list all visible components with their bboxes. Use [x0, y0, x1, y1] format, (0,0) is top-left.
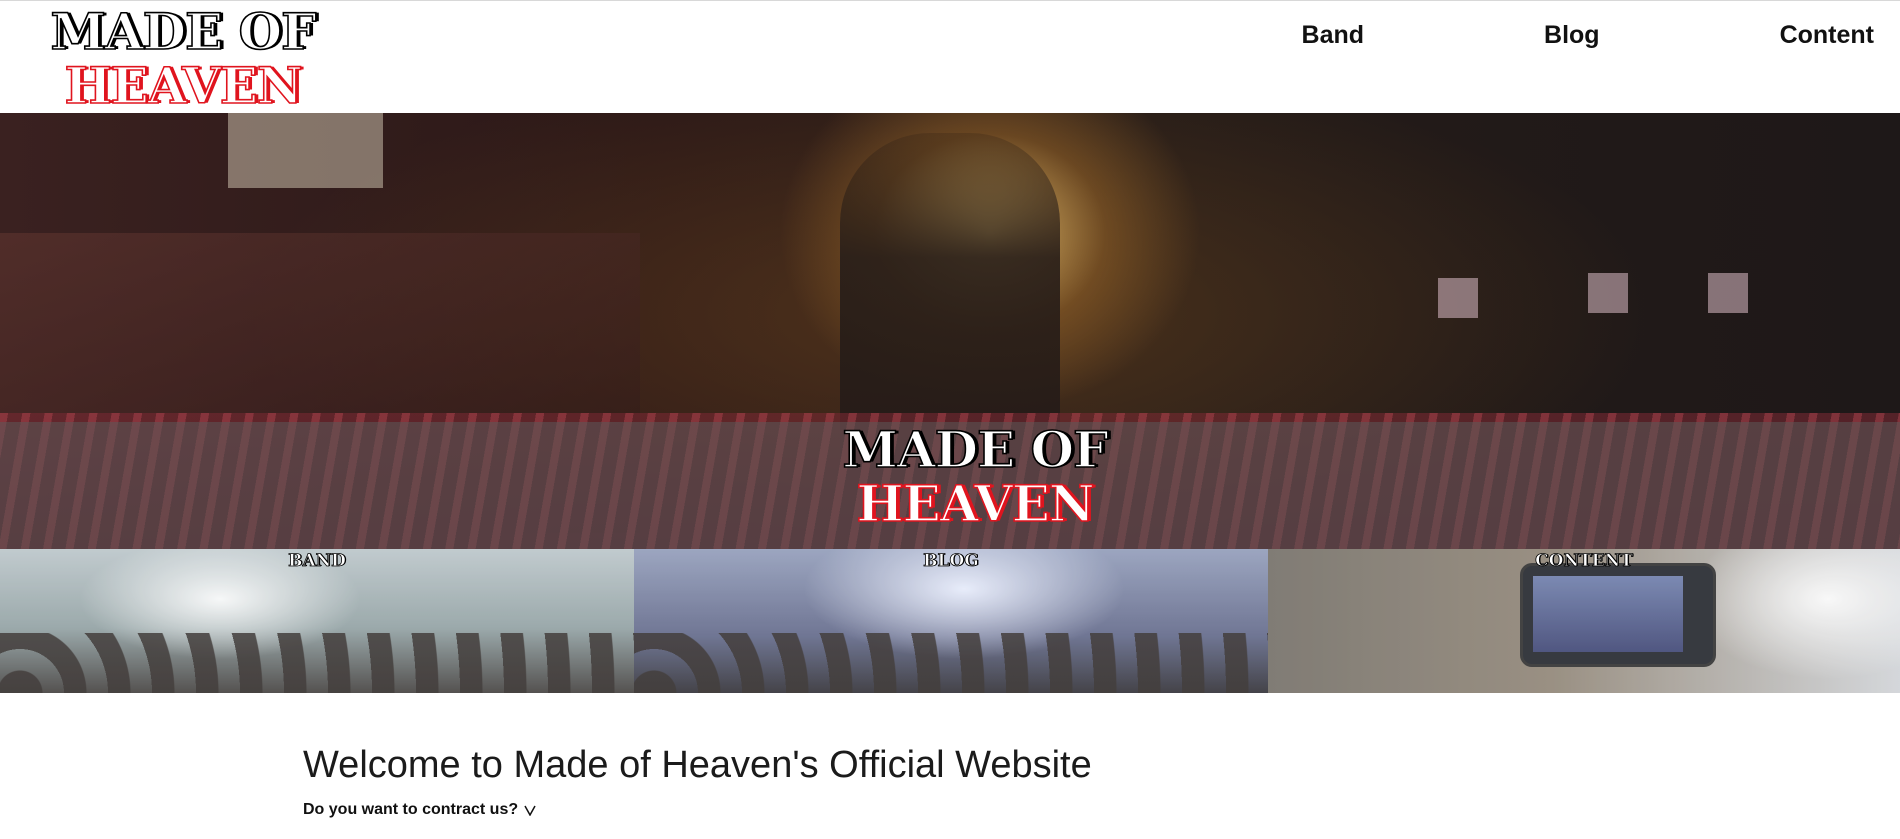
hero-background-window: [1438, 278, 1478, 318]
nav-link-content[interactable]: Content: [1780, 21, 1874, 50]
welcome-section: Welcome to Made of Heaven's Official Web…: [303, 744, 1092, 819]
hero-background-window: [1588, 273, 1628, 313]
tile-band[interactable]: BAND: [0, 549, 634, 693]
site-logo[interactable]: MADE OF HEAVEN: [48, 2, 318, 115]
logo-line-heaven: HEAVEN: [64, 56, 304, 115]
tile-content[interactable]: CONTENT: [1268, 549, 1900, 693]
tile-label-band: BAND: [288, 551, 347, 572]
contract-prompt: Do you want to contract us?: [303, 801, 519, 818]
tile-label-content: CONTENT: [1535, 551, 1633, 572]
logo-line-made-of: MADE OF: [50, 2, 318, 61]
section-tiles: BAND BLOG CONTENT: [0, 549, 1900, 693]
hero-banner: MADE OF HEAVEN: [0, 113, 1900, 549]
hero-logo-line-made-of: MADE OF: [842, 420, 1110, 479]
hero-logo: MADE OF HEAVEN: [835, 420, 1115, 533]
tile-blog[interactable]: BLOG: [634, 549, 1268, 693]
site-header: MADE OF HEAVEN Band Blog Content: [0, 1, 1900, 113]
hero-background-window: [1708, 273, 1748, 313]
welcome-title: Welcome to Made of Heaven's Official Web…: [303, 744, 1092, 786]
contract-toggle[interactable]: Do you want to contract us?: [303, 801, 1092, 819]
hero-background-window: [228, 113, 383, 188]
chevron-down-icon: [524, 805, 536, 816]
tile-label-blog: BLOG: [923, 551, 979, 572]
hero-logo-line-heaven: HEAVEN: [856, 474, 1096, 533]
nav-link-blog[interactable]: Blog: [1544, 21, 1600, 50]
main-nav: Band Blog Content: [1122, 21, 1874, 50]
nav-link-band[interactable]: Band: [1302, 21, 1365, 50]
